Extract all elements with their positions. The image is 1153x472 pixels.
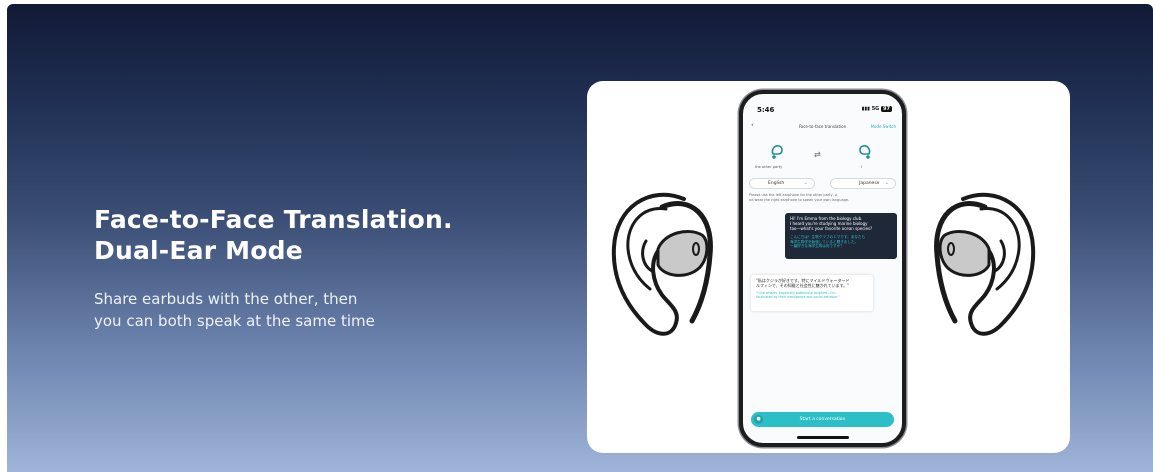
right-ear-earbud-illustration — [934, 192, 1036, 336]
left-earbud-icon — [771, 145, 783, 159]
feature-description: Share earbuds with the other, then you c… — [94, 288, 434, 332]
incoming-jp-line-2: ルフィンで、その知能と社会性に魅かれています。" — [756, 283, 850, 288]
microphone-icon: ● — [754, 415, 763, 424]
usage-hint: Please use the left earphone for the oth… — [749, 193, 892, 202]
home-indicator — [797, 436, 849, 439]
start-conversation-label: Start a conversation — [799, 416, 846, 422]
outgoing-message-translation: こんにちは！生物クラブのエマです。あなたも 海洋生物学を勉強していると聞きました… — [790, 235, 892, 249]
status-time: 5:46 — [757, 106, 775, 114]
usage-hint-line-2: nd wear the right earphone to speak your… — [749, 197, 850, 202]
left-ear-earbud-illustration — [611, 192, 713, 336]
status-bar: 5:46 ▮▮▮ 5G 97 — [757, 106, 892, 118]
chevron-down-icon: ⌄ — [803, 180, 808, 186]
right-earbud-icon — [859, 145, 871, 159]
battery-level: 97 — [881, 106, 892, 112]
incoming-en-line-2: fascinated by their intelligence and soc… — [756, 295, 840, 300]
network-status: ▮▮▮ 5G 97 — [862, 106, 892, 112]
swap-arrows-icon[interactable]: ⇄ — [814, 150, 821, 159]
product-illustration-card: 5:46 ▮▮▮ 5G 97 ‹ Face-to-face translatio… — [587, 81, 1070, 453]
source-language-select[interactable]: English ⌄ — [749, 178, 815, 189]
incoming-message-bubble: "私はクジラが好きです。特にマイルドウォータード ルフィンで、その知能と社会性に… — [751, 275, 873, 311]
incoming-message-translation: "I like whales. Especially bottlenose do… — [756, 291, 868, 299]
other-party-label: the other party — [755, 165, 783, 169]
earbud-assignment: ⇄ the other party I — [743, 144, 902, 174]
feature-banner: Face-to-Face Translation. Dual-Ear Mode … — [7, 4, 1153, 472]
feature-title-line-2: Dual-Ear Mode — [94, 236, 303, 265]
network-type: 5G — [871, 106, 880, 112]
feature-description-line-2: you can both speak at the same time — [94, 312, 375, 330]
source-language-value: English — [768, 181, 785, 186]
self-label: I — [861, 165, 863, 169]
language-selectors: English ⌄ Japanese ⌄ — [749, 178, 896, 189]
signal-icon: ▮▮▮ — [861, 106, 870, 112]
app-nav-bar: ‹ Face-to-face translation Mode Switch — [749, 121, 896, 132]
target-language-value: Japanese — [859, 181, 880, 186]
start-conversation-button[interactable]: ● Start a conversation — [751, 412, 894, 427]
outgoing-jp-line-3: 一番好きな海洋生物は何ですか？ — [790, 244, 844, 249]
chevron-down-icon: ⌄ — [884, 180, 889, 186]
outgoing-en-line-3: too—what's your favorite ocean species? — [790, 226, 873, 231]
incoming-message-original: "私はクジラが好きです。特にマイルドウォータード ルフィンで、その知能と社会性に… — [756, 278, 868, 288]
outgoing-message-original: Hi! I'm Emma from the biology club. I he… — [790, 216, 892, 231]
feature-title: Face-to-Face Translation. Dual-Ear Mode — [94, 204, 514, 266]
outgoing-message-bubble: Hi! I'm Emma from the biology club. I he… — [785, 213, 897, 259]
smartphone-mockup: 5:46 ▮▮▮ 5G 97 ‹ Face-to-face translatio… — [739, 90, 906, 447]
mode-switch-link[interactable]: Mode Switch — [871, 124, 896, 129]
target-language-select[interactable]: Japanese ⌄ — [830, 178, 896, 189]
feature-title-line-1: Face-to-Face Translation. — [94, 205, 453, 234]
feature-description-line-1: Share earbuds with the other, then — [94, 290, 358, 308]
